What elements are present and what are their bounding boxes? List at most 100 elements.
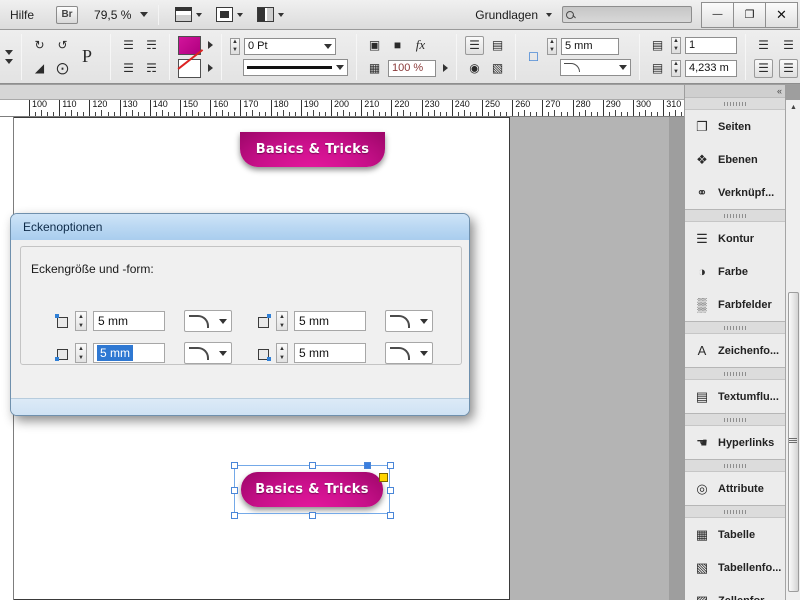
selection-handle[interactable] [387, 512, 394, 519]
dock-group-grip[interactable] [685, 322, 785, 334]
dock-item-zeichenfo[interactable]: AZeichenfo... [685, 334, 785, 367]
selection-handle[interactable] [231, 512, 238, 519]
selection-handle[interactable] [387, 487, 394, 494]
selection-handle[interactable] [231, 462, 238, 469]
chevron-down-icon[interactable] [420, 351, 428, 356]
chevron-down-icon[interactable] [219, 351, 227, 356]
dock-group-grip[interactable] [685, 460, 785, 472]
selection-handle[interactable] [309, 512, 316, 519]
dock-group-grip[interactable] [685, 368, 785, 380]
text-align-left-icon[interactable]: ☰ [465, 36, 484, 55]
dock-group-grip[interactable] [685, 506, 785, 518]
dock-item-textumflu[interactable]: ▤Textumflu... [685, 380, 785, 413]
chevron-down-icon[interactable] [196, 13, 202, 17]
workspace-switcher-label[interactable]: Grundlagen [475, 8, 538, 22]
baseline-top-icon[interactable]: ☰ [779, 36, 798, 55]
corner-size-field[interactable]: 5 mm [561, 38, 619, 55]
dock-group-grip[interactable] [685, 414, 785, 426]
corner-stepper-top-left[interactable]: ▲▼ [75, 311, 87, 331]
baseline-center-icon[interactable]: ☰ [779, 59, 798, 78]
chevron-down-icon[interactable] [324, 44, 332, 49]
preview-mode-control[interactable] [216, 7, 243, 22]
dock-item-seiten[interactable]: ❐Seiten [685, 110, 785, 143]
transparency-icon[interactable]: ▦ [365, 59, 384, 78]
dock-item-attribute[interactable]: ◎Attribute [685, 472, 785, 505]
drop-shadow-icon[interactable]: ▣ [365, 36, 384, 55]
align-right-icon[interactable]: ☴ [142, 59, 161, 78]
dock-item-verknüpf[interactable]: ⚭Verknüpf... [685, 176, 785, 209]
chevron-down-icon[interactable] [278, 13, 284, 17]
corner-shape-top-right[interactable] [385, 310, 433, 332]
chevron-down-icon[interactable] [5, 59, 13, 64]
scroll-up-icon[interactable]: ▲ [788, 102, 799, 113]
chevron-down-icon[interactable] [420, 319, 428, 324]
stroke-weight-stepper[interactable]: ▲▼ [230, 38, 240, 55]
layout-mode-control[interactable] [257, 7, 284, 22]
align-bottom-icon[interactable]: ☰ [119, 59, 138, 78]
chevron-down-icon[interactable] [219, 319, 227, 324]
opacity-field[interactable]: 100 % [388, 60, 436, 77]
dock-item-farbe[interactable]: ◑Farbe [685, 255, 785, 288]
flip-vertical-icon[interactable]: ⨀ [53, 59, 72, 78]
vertical-scrollbar[interactable]: ▲ [785, 100, 800, 600]
align-text-justify-icon[interactable]: ☰ [754, 59, 773, 78]
rotate-cw-icon[interactable]: ↻ [30, 36, 49, 55]
corner-options-icon[interactable]: ☐ [524, 47, 543, 66]
corner-size-stepper[interactable]: ▲▼ [547, 38, 557, 55]
text-bottom-icon[interactable]: ◉ [465, 59, 484, 78]
align-top-icon[interactable]: ☰ [119, 36, 138, 55]
zoom-level-value[interactable]: 79,5 % [94, 8, 131, 22]
blend-mode-icon[interactable]: ■ [388, 36, 407, 55]
stroke-style-combo[interactable] [243, 59, 348, 76]
corner-shape-combo[interactable] [560, 59, 631, 76]
gutter-stepper[interactable]: ▲▼ [671, 60, 681, 77]
stroke-dropdown-icon[interactable] [208, 64, 213, 72]
corner-value-bottom-left[interactable]: 5 mm [93, 343, 165, 363]
corner-stepper-bottom-left[interactable]: ▲▼ [75, 343, 87, 363]
corner-shape-bottom-right[interactable] [385, 342, 433, 364]
search-input[interactable] [562, 6, 692, 23]
flip-horizontal-icon[interactable]: ◢ [30, 59, 49, 78]
dock-group-grip[interactable] [685, 210, 785, 222]
corner-value-top-left[interactable]: 5 mm [93, 311, 165, 331]
rotate-ccw-icon[interactable]: ↺ [53, 36, 72, 55]
gutter-field[interactable]: 4,233 m [685, 60, 737, 77]
dock-item-hyperlinks[interactable]: ☚Hyperlinks [685, 426, 785, 459]
dock-item-tabelle[interactable]: ▦Tabelle [685, 518, 785, 551]
dock-item-tabellenfo[interactable]: ▧Tabellenfo... [685, 551, 785, 584]
dock-item-ebenen[interactable]: ❖Ebenen [685, 143, 785, 176]
align-text-top-icon[interactable]: ☰ [754, 36, 773, 55]
selection-handle[interactable] [387, 462, 394, 469]
selection-handle[interactable] [364, 462, 371, 469]
chevron-down-icon[interactable] [546, 13, 552, 17]
stroke-weight-field[interactable]: 0 Pt [244, 38, 336, 55]
zoom-dropdown-icon[interactable] [140, 12, 148, 17]
chevron-down-icon[interactable] [619, 65, 627, 70]
align-left-icon[interactable]: ☴ [142, 36, 161, 55]
corner-shape-bottom-left[interactable] [184, 342, 232, 364]
dock-item-kontur[interactable]: ☰Kontur [685, 222, 785, 255]
fx-icon[interactable]: fx [411, 36, 430, 55]
dock-item-zellenfor[interactable]: ▨Zellenfor... [685, 584, 785, 600]
chevron-down-icon[interactable] [5, 50, 13, 55]
dock-group-grip[interactable] [685, 98, 785, 110]
text-wrap-right-icon[interactable]: ▤ [488, 36, 507, 55]
column-count-field[interactable]: 1 [685, 37, 737, 54]
menu-item-hilfe[interactable]: Hilfe [0, 0, 44, 30]
dock-item-farbfelder[interactable]: ▒Farbfelder [685, 288, 785, 321]
corner-stepper-top-right[interactable]: ▲▼ [276, 311, 288, 331]
selection-handle[interactable] [231, 487, 238, 494]
opacity-dropdown-icon[interactable] [443, 64, 448, 72]
chevron-down-icon[interactable] [336, 65, 344, 70]
horizontal-ruler[interactable]: 1001101201301401501601701801902002102202… [0, 100, 684, 117]
corner-options-widget[interactable] [379, 473, 388, 482]
fill-dropdown-icon[interactable] [208, 41, 213, 49]
column-count-stepper[interactable]: ▲▼ [671, 37, 681, 54]
shape-top[interactable]: Basics & Tricks [240, 132, 385, 167]
stroke-color-swatch[interactable] [178, 59, 201, 78]
corner-stepper-bottom-right[interactable]: ▲▼ [276, 343, 288, 363]
chevron-down-icon[interactable] [237, 13, 243, 17]
dock-collapse-button[interactable]: « [685, 85, 785, 98]
bridge-button[interactable]: Br [56, 6, 78, 24]
screen-mode-control[interactable] [175, 7, 202, 22]
